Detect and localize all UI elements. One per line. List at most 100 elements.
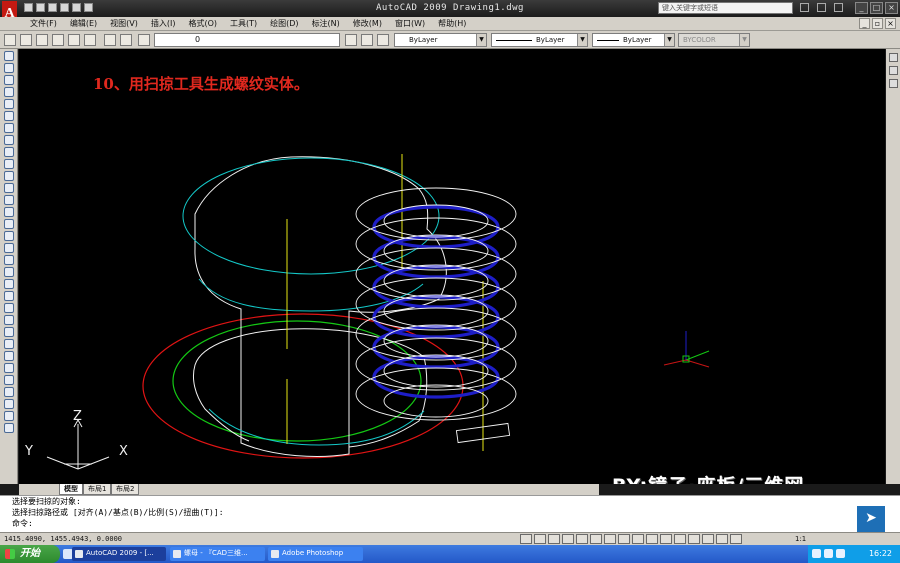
command-window[interactable]: 选择要扫掠的对象: 选择扫掠路径或 [对齐(A)/基点(B)/比例(S)/扭曲(… [0,495,900,532]
wedge-icon[interactable] [3,99,14,109]
helix-icon[interactable] [3,171,14,181]
task-photoshop[interactable]: Adobe Photoshop [268,547,363,561]
rotate-icon[interactable] [3,63,14,73]
layer-match-icon[interactable] [361,34,373,46]
planar-surface-icon[interactable] [3,183,14,193]
layer-prev-icon[interactable] [377,34,389,46]
section-icon[interactable] [3,351,14,361]
menu-item[interactable]: 帮助(H) [438,18,466,30]
3d-array-icon[interactable] [3,327,14,337]
ducs-toggle-icon[interactable] [604,534,616,544]
presspull-icon[interactable] [3,207,14,217]
layer-manager-icon[interactable] [4,34,16,46]
interfere-icon[interactable] [3,399,14,409]
dyn-toggle-icon[interactable] [618,534,630,544]
menu-item[interactable]: 工具(T) [230,18,257,30]
task-autocad[interactable]: AutoCAD 2009 - [... [72,547,166,561]
match-layer-icon[interactable] [104,34,116,46]
doc-close-button[interactable]: × [885,18,896,29]
menu-item[interactable]: 修改(M) [353,18,382,30]
pan-status-icon[interactable] [688,534,700,544]
cylinder-icon[interactable] [3,135,14,145]
layer-combo[interactable]: 0 [154,33,340,47]
annotation-scale[interactable]: 1:1 [795,534,806,544]
start-button[interactable]: 开始 [0,545,60,563]
model-toggle-icon[interactable] [660,534,672,544]
osnap-toggle-icon[interactable] [576,534,588,544]
zoom-status-icon[interactable] [702,534,714,544]
drawing-viewport[interactable]: 10、用扫掠工具生成螺纹实体。 Z Y X [19,49,885,484]
layer-freeze-icon[interactable] [68,34,80,46]
lwt-toggle-icon[interactable] [632,534,644,544]
sweep-icon[interactable] [3,219,14,229]
zoom-icon[interactable] [888,66,898,75]
pan-icon[interactable] [888,53,898,62]
network-icon[interactable] [812,549,821,558]
menu-item[interactable]: 绘图(D) [270,18,298,30]
3d-rotate-icon[interactable] [3,303,14,313]
layer-state-icon[interactable] [20,34,32,46]
cone-icon[interactable] [3,111,14,121]
star-icon[interactable] [817,3,826,12]
tab-model[interactable]: 模型 [59,484,83,495]
move-icon[interactable] [3,75,14,85]
menu-item[interactable]: 插入(I) [151,18,176,30]
close-button[interactable]: × [885,2,898,14]
extrude-icon[interactable] [3,195,14,205]
intersect-icon[interactable] [3,279,14,289]
layout-toggle-icon[interactable] [674,534,686,544]
polar-toggle-icon[interactable] [562,534,574,544]
ortho-toggle-icon[interactable] [548,534,560,544]
box-icon[interactable] [3,87,14,97]
ime-icon[interactable] [836,549,845,558]
linetype-combo[interactable]: ByLayer ▼ [491,33,588,47]
light-bulb-icon[interactable] [138,34,150,46]
grid-toggle-icon[interactable] [534,534,546,544]
render-icon[interactable] [3,423,14,433]
otrack-toggle-icon[interactable] [590,534,602,544]
subtract-icon[interactable] [3,267,14,277]
steering-wheel-icon[interactable] [716,534,728,544]
minimize-button[interactable]: _ [855,2,868,14]
menu-item[interactable]: 文件(F) [30,18,57,30]
layer-iso-icon[interactable] [52,34,64,46]
imprint-icon[interactable] [3,411,14,421]
snap-toggle-icon[interactable] [520,534,532,544]
layer-previous-icon[interactable] [120,34,132,46]
volume-icon[interactable] [824,549,833,558]
convert-icon[interactable] [3,375,14,385]
make-current-icon[interactable] [345,34,357,46]
layer-light-icon[interactable] [36,34,48,46]
sphere-icon[interactable] [3,123,14,133]
3d-move-icon[interactable] [3,291,14,301]
menu-item[interactable]: 格式(O) [188,18,217,30]
doc-restore-button[interactable]: ▫ [872,18,883,29]
slice-icon[interactable] [3,339,14,349]
menu-item[interactable]: 编辑(E) [70,18,97,30]
loft-icon[interactable] [3,243,14,253]
3d-align-icon[interactable] [3,315,14,325]
help-search-input[interactable]: 键入关键字或短语 [658,2,793,14]
ucs-icon[interactable] [3,51,14,61]
torus-icon[interactable] [3,147,14,157]
layer-walk-icon[interactable] [84,34,96,46]
union-icon[interactable] [3,255,14,265]
task-browser[interactable]: 螺母 - 『CAD三维... [170,547,265,561]
thicken-icon[interactable] [3,387,14,397]
maximize-button[interactable]: □ [870,2,883,14]
help-icon[interactable] [834,3,843,12]
command-prompt[interactable]: 命令: [12,519,33,529]
revolve-icon[interactable] [3,231,14,241]
search-icon[interactable] [800,3,809,12]
lineweight-combo[interactable]: ByLayer ▼ [592,33,675,47]
orbit-icon[interactable] [888,79,898,88]
flatten-icon[interactable] [3,363,14,373]
qp-toggle-icon[interactable] [646,534,658,544]
menu-item[interactable]: 窗口(W) [395,18,425,30]
tab-layout2[interactable]: 布局2 [111,484,140,495]
tab-layout1[interactable]: 布局1 [83,484,112,495]
pyramid-icon[interactable] [3,159,14,169]
showmotion-icon[interactable] [730,534,742,544]
menu-item[interactable]: 标注(N) [312,18,340,30]
doc-minimize-button[interactable]: _ [859,18,870,29]
